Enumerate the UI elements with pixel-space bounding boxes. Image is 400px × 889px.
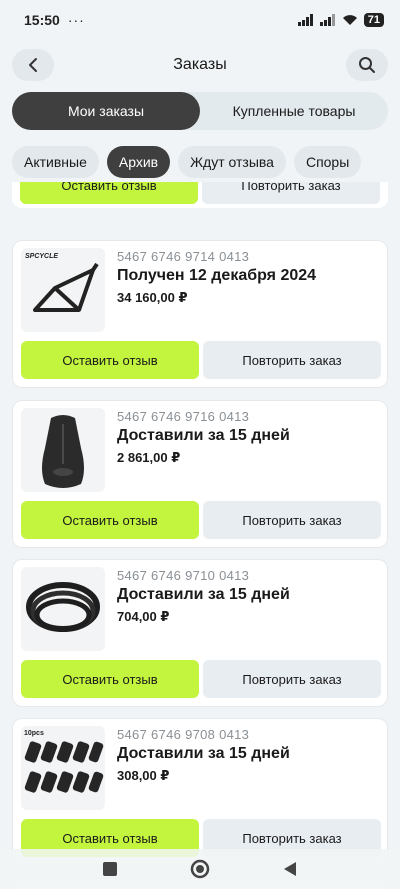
repeat-order-button[interactable]: Повторить заказ [203,501,381,539]
signal-icon [297,14,313,26]
chevron-left-icon [29,58,37,72]
back-button[interactable] [12,49,54,81]
order-number: 5467 6746 9714 0413 [117,249,250,264]
inner-tube-icon [26,582,100,632]
status-time: 15:50 [24,12,60,28]
status-bar: 15:50 ··· 71 [0,0,400,40]
chip-active[interactable]: Активные [12,146,99,178]
review-button[interactable]: Оставить отзыв [21,501,199,539]
order-thumbnail [21,567,105,651]
status-icons: 71 [297,13,384,27]
wifi-icon [342,15,357,25]
pack-badge: 10pcs [24,730,44,737]
order-card[interactable]: 10pcs 5467 6746 9708 0413 Доставили за 1… [12,718,388,866]
order-thumbnail: SPCYCLE [21,248,105,332]
order-meta: 5467 6746 9710 0413 Доставили за 15 дней… [117,568,290,625]
order-card[interactable]: 5467 6746 9710 0413 Доставили за 15 дней… [12,559,388,707]
home-icon[interactable] [190,859,210,879]
order-number: 5467 6746 9710 0413 [117,568,250,583]
system-navigation-bar [0,849,400,889]
battery-icon: 71 [363,13,384,27]
review-button[interactable]: Оставить отзыв [21,660,199,698]
order-price: 2 861,00 ₽ [117,450,181,465]
grips-set-icon: 10pcs [24,730,104,793]
order-thumbnail [21,408,105,492]
order-price: 34 160,00 ₽ [117,290,188,305]
order-actions: Оставить отзыв Повторить заказ [21,341,381,379]
signal-icon-2 [319,14,335,26]
order-thumbnail: 10pcs [21,726,105,810]
order-number: 5467 6746 9708 0413 [117,727,250,742]
header: Заказы [0,44,400,86]
back-nav-icon[interactable] [282,861,298,877]
repeat-order-button[interactable]: Повторить заказ [203,341,381,379]
brand-label: SPCYCLE [25,253,58,260]
review-button[interactable]: Оставить отзыв [20,182,198,204]
order-status: Доставили за 15 дней [117,427,290,444]
order-status: Доставили за 15 дней [117,745,290,762]
filter-chips: Активные Архив Ждут отзыва Споры [12,146,362,178]
recents-icon[interactable] [102,861,118,877]
order-price: 308,00 ₽ [117,768,170,783]
order-card[interactable]: SPCYCLE 5467 6746 9714 0413 Получен 12 д… [12,240,388,388]
segment-purchased-items[interactable]: Купленные товары [200,92,388,130]
orders-list[interactable]: Оставить отзыв Повторить заказ SPCYCLE 5… [0,182,400,889]
order-number: 5467 6746 9716 0413 [117,409,250,424]
search-button[interactable] [346,49,388,81]
order-status: Получен 12 декабря 2024 [117,267,317,284]
search-icon [359,57,375,73]
order-meta: 5467 6746 9708 0413 Доставили за 15 дней… [117,727,290,784]
order-status: Доставили за 15 дней [117,586,290,603]
repeat-order-button[interactable]: Повторить заказ [202,182,380,204]
order-meta: 5467 6746 9716 0413 Доставили за 15 дней… [117,409,290,466]
repeat-order-button[interactable]: Повторить заказ [203,660,381,698]
status-dots: ··· [67,12,85,28]
order-card-partial: Оставить отзыв Повторить заказ [12,182,388,208]
page-title: Заказы [173,56,227,73]
chip-disputes[interactable]: Споры [293,146,362,178]
order-card[interactable]: 5467 6746 9716 0413 Доставили за 15 дней… [12,400,388,548]
order-actions: Оставить отзыв Повторить заказ [20,182,380,204]
bike-saddle-icon [42,415,84,488]
chip-awaiting-review[interactable]: Ждут отзыва [178,146,286,178]
segment-my-orders[interactable]: Мои заказы [12,92,200,130]
order-price: 704,00 ₽ [117,609,170,624]
orders-segment-control: Мои заказы Купленные товары [12,92,388,130]
order-actions: Оставить отзыв Повторить заказ [21,501,381,539]
bike-frame-icon: SPCYCLE [25,253,99,312]
order-meta: 5467 6746 9714 0413 Получен 12 декабря 2… [117,249,316,306]
chip-archive[interactable]: Архив [106,146,171,178]
order-actions: Оставить отзыв Повторить заказ [21,660,381,698]
review-button[interactable]: Оставить отзыв [21,341,199,379]
